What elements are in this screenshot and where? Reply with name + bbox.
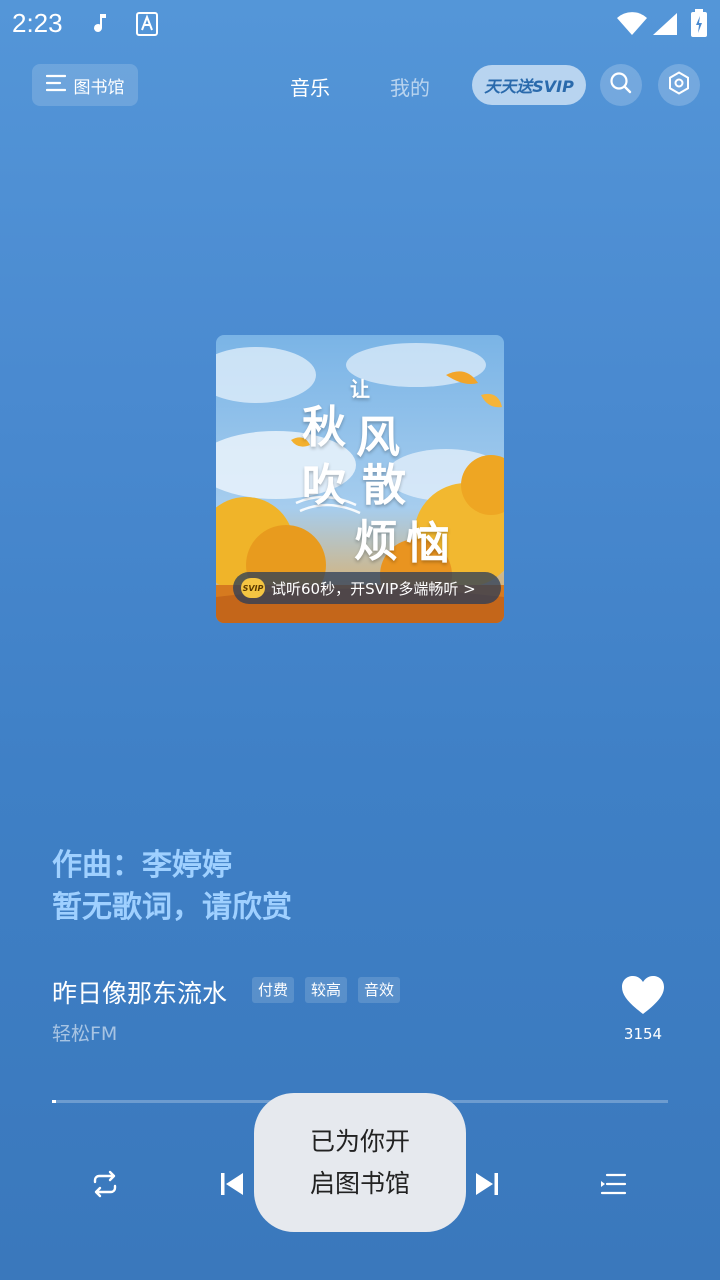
search-icon (609, 71, 633, 99)
progress-fill (52, 1100, 56, 1103)
cover-title-char: 让 (350, 377, 370, 401)
toast-message: 已为你开 启图书馆 (254, 1093, 466, 1232)
skip-next-icon (474, 1171, 500, 1201)
menu-icon (45, 74, 66, 97)
toast-line: 已为你开 (309, 1126, 410, 1156)
repeat-button[interactable] (87, 1168, 123, 1204)
top-bar: 图书馆 音乐 我的 天天送SVIP (0, 64, 720, 108)
accessibility-icon (136, 12, 158, 40)
library-button[interactable]: 图书馆 (32, 64, 138, 106)
toast-line: 启图书馆 (309, 1168, 410, 1198)
signal-icon (652, 12, 678, 40)
skip-previous-icon (219, 1171, 245, 1201)
status-bar: 2:23 (0, 0, 720, 48)
trial-text: 试听60秒，开SVIP多端畅听 > (271, 579, 476, 598)
battery-icon (690, 8, 708, 42)
album-cover[interactable]: 让 秋 风 吹 散 烦 恼 SVIP 试听60秒，开SVIP多端畅听 > (216, 335, 504, 623)
next-button[interactable] (469, 1168, 505, 1204)
previous-button[interactable] (214, 1168, 250, 1204)
heart-icon (620, 976, 666, 1020)
svip-badge-icon: SVIP (241, 578, 265, 598)
tab-mine[interactable]: 我的 (390, 72, 430, 101)
cover-title-char: 秋 (302, 402, 346, 453)
lyric-line: 暂无歌词，请欣赏 (52, 890, 292, 925)
artist-name[interactable]: 轻松FM (52, 1019, 117, 1046)
like-count: 3154 (623, 1025, 663, 1043)
cover-title-char: 散 (362, 460, 406, 511)
cover-title-char: 烦 (354, 516, 398, 567)
tab-music[interactable]: 音乐 (290, 72, 330, 101)
wifi-icon (616, 12, 648, 40)
lyric-line: 作曲：李婷婷 (52, 848, 232, 883)
like-button[interactable] (618, 974, 668, 1020)
library-label: 图书馆 (73, 77, 125, 98)
cover-title-char: 吹 (302, 460, 346, 511)
settings-button[interactable] (658, 64, 700, 106)
svip-promo-button[interactable]: 天天送SVIP (472, 65, 586, 105)
song-title[interactable]: 昨日像那东流水 (52, 974, 227, 1010)
tag-paid: 付费 (252, 977, 295, 1003)
playlist-button[interactable] (595, 1168, 631, 1204)
playlist-icon (599, 1172, 627, 1200)
cover-title-char: 恼 (406, 518, 450, 569)
repeat-icon (90, 1170, 120, 1202)
search-button[interactable] (600, 64, 642, 106)
notification-icon (92, 12, 112, 40)
settings-icon (667, 71, 691, 99)
tag-quality[interactable]: 较高 (305, 977, 348, 1003)
status-time: 2:23 (12, 8, 63, 38)
svip-trial-banner[interactable]: SVIP 试听60秒，开SVIP多端畅听 > (233, 572, 501, 604)
tag-sound-effect[interactable]: 音效 (358, 977, 401, 1003)
